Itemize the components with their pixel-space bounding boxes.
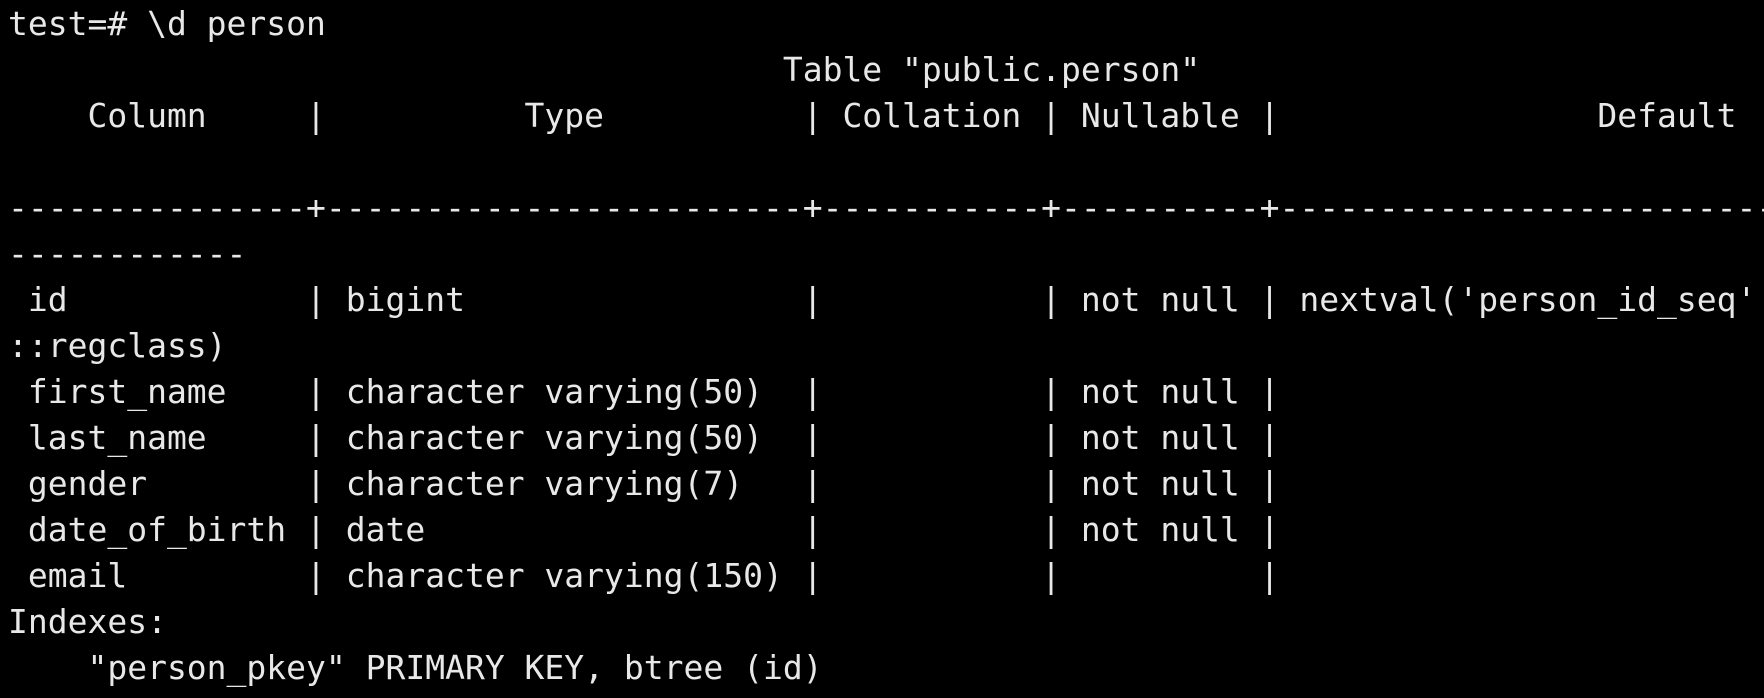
table-separator: ---------------+------------------------… bbox=[8, 188, 1764, 227]
table-separator-wrap: ------------ bbox=[8, 234, 247, 273]
table-header-row: Column | Type | Collation | Nullable | D… bbox=[8, 96, 1737, 135]
table-row-gender: gender | character varying(7) | | not nu… bbox=[8, 464, 1280, 503]
table-row-date-of-birth: date_of_birth | date | | not null | bbox=[8, 510, 1280, 549]
table-title: Table "public.person" bbox=[8, 50, 1201, 89]
indexes-label: Indexes: bbox=[8, 602, 167, 641]
table-row-email: email | character varying(150) | | | bbox=[8, 556, 1280, 595]
table-row-id-wrap: ::regclass) bbox=[8, 326, 227, 365]
command-prompt-line: test=# \d person bbox=[8, 4, 326, 43]
table-row-first-name: first_name | character varying(50) | | n… bbox=[8, 372, 1280, 411]
table-row-last-name: last_name | character varying(50) | | no… bbox=[8, 418, 1280, 457]
table-row-id: id | bigint | | not null | nextval('pers… bbox=[8, 280, 1757, 319]
terminal-window[interactable]: test=# \d person Table "public.person" C… bbox=[0, 0, 1764, 698]
index-entry: "person_pkey" PRIMARY KEY, btree (id) bbox=[8, 648, 823, 687]
